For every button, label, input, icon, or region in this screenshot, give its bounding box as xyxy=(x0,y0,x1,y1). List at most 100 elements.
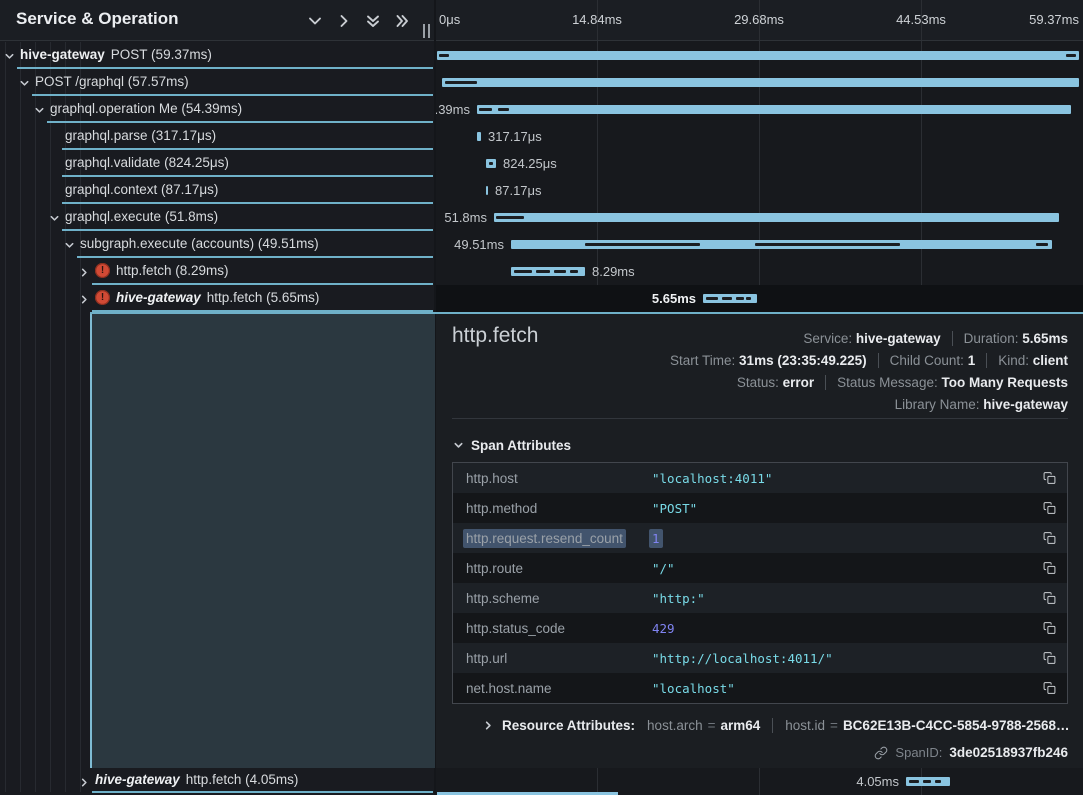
chevron-down-icon[interactable] xyxy=(19,76,31,88)
span-duration-label: 49.51ms xyxy=(454,231,504,258)
span-tree-row[interactable]: graphql.context (87.17μs) xyxy=(0,177,434,204)
operation-name: graphql.execute (51.8ms) xyxy=(65,209,218,224)
copy-icon[interactable] xyxy=(1043,592,1056,605)
chevron-down-icon[interactable] xyxy=(306,12,324,30)
span-row-label: graphql.execute (51.8ms) xyxy=(62,204,433,231)
timeline-tick: 59.37ms xyxy=(1029,0,1079,40)
span-row-label: graphql.operation Me (54.39ms) xyxy=(47,96,433,123)
resource-equals: = xyxy=(703,718,721,733)
copy-icon[interactable] xyxy=(1043,562,1056,575)
copy-icon[interactable] xyxy=(1043,682,1056,695)
grid-line xyxy=(759,768,760,795)
operation-name: http.fetch (5.65ms) xyxy=(207,290,320,305)
span-bar[interactable] xyxy=(477,132,481,141)
link-icon[interactable] xyxy=(846,746,889,760)
timeline-tick: 29.68ms xyxy=(734,0,784,40)
span-duration-label: 87.17μs xyxy=(495,177,542,204)
span-bar[interactable] xyxy=(494,213,1059,222)
span-row-label: subgraph.execute (accounts) (49.51ms) xyxy=(77,231,433,258)
span-bar[interactable] xyxy=(486,159,496,168)
chevron-down-icon[interactable] xyxy=(4,49,16,61)
self-time-dash xyxy=(923,780,931,783)
span-tree-row[interactable]: POST /graphql (57.57ms) xyxy=(0,69,434,96)
resource-attributes-heading[interactable]: Resource Attributes: xyxy=(502,718,635,733)
attribute-row: http.scheme"http:" xyxy=(453,583,1067,613)
resource-key: host.arch xyxy=(647,718,703,733)
chevron-right-icon[interactable] xyxy=(79,292,91,304)
attribute-value: 429 xyxy=(649,619,678,638)
grid-line xyxy=(597,768,598,795)
operation-name: subgraph.execute (accounts) (49.51ms) xyxy=(80,236,319,251)
span-id-value: 3de02518937fb246 xyxy=(949,745,1068,760)
self-time-dash xyxy=(1036,243,1048,246)
timeline-bottom-row: 4.05ms xyxy=(436,768,1083,795)
timeline-tick: 14.84ms xyxy=(572,0,622,40)
chevron-right-icon[interactable] xyxy=(79,265,91,277)
chevrons-down-icon[interactable] xyxy=(364,12,382,30)
span-bar[interactable] xyxy=(442,78,1079,87)
meta-value: hive-gateway xyxy=(856,331,941,346)
span-id-row: SpanID: 3de02518937fb246 xyxy=(846,745,1068,760)
error-icon: ! xyxy=(95,263,110,278)
chevron-down-icon[interactable] xyxy=(64,238,76,250)
span-duration-label: 8.29ms xyxy=(592,258,635,285)
span-tree-row[interactable]: graphql.execute (51.8ms) xyxy=(0,204,434,231)
copy-icon[interactable] xyxy=(1043,652,1056,665)
span-attributes-toggle[interactable]: Span Attributes xyxy=(453,438,571,453)
span-bar[interactable] xyxy=(477,105,1071,114)
span-bar[interactable] xyxy=(511,267,585,276)
self-time-dash xyxy=(514,270,532,273)
column-resize-handle[interactable] xyxy=(422,24,432,38)
span-duration-label: 51.8ms xyxy=(444,204,487,231)
copy-icon[interactable] xyxy=(1043,532,1056,545)
chevron-right-icon[interactable] xyxy=(335,12,353,30)
copy-icon[interactable] xyxy=(1043,502,1056,515)
span-bar[interactable] xyxy=(703,294,757,303)
span-bar[interactable] xyxy=(906,777,950,786)
service-name: hive-gateway xyxy=(95,772,180,787)
meta-label: Status Message: xyxy=(837,375,941,390)
attribute-row: http.request.resend_count1 xyxy=(453,523,1067,553)
operation-name: graphql.validate (824.25μs) xyxy=(65,155,229,170)
copy-icon[interactable] xyxy=(1043,622,1056,635)
chevron-down-icon[interactable] xyxy=(49,211,61,223)
operation-name: http.fetch (8.29ms) xyxy=(116,263,229,278)
attribute-value: "localhost:4011" xyxy=(649,469,775,488)
span-row-label: graphql.validate (824.25μs) xyxy=(62,150,433,177)
operation-name: http.fetch (4.05ms) xyxy=(186,772,299,787)
attribute-key: http.scheme xyxy=(463,589,543,608)
span-bar[interactable] xyxy=(437,51,1079,60)
span-tree-row[interactable]: hive-gatewayPOST (59.37ms) xyxy=(0,42,434,69)
attribute-row: http.host"localhost:4011" xyxy=(453,463,1067,493)
chevrons-right-icon[interactable] xyxy=(393,12,411,30)
meta-value: Too Many Requests xyxy=(941,375,1068,390)
span-attributes-table: http.host"localhost:4011"http.method"POS… xyxy=(452,462,1068,704)
resource-value: BC62E13B-C4CC-5854-9788-2568… xyxy=(843,718,1070,733)
meta-value: client xyxy=(1033,353,1068,368)
resource-divider xyxy=(772,718,773,733)
meta-value: 5.65ms xyxy=(1022,331,1068,346)
span-bar[interactable] xyxy=(511,240,1052,249)
timeline-header: 0μs 14.84ms 29.68ms 44.53ms 59.37ms xyxy=(436,0,1083,41)
span-tree-row[interactable]: graphql.operation Me (54.39ms) xyxy=(0,96,434,123)
self-time-dash xyxy=(935,780,941,783)
chevron-right-icon[interactable] xyxy=(453,720,494,731)
chevron-right-icon[interactable] xyxy=(79,775,91,787)
meta-label: Library Name: xyxy=(895,397,984,412)
self-time-dash xyxy=(536,270,550,273)
self-time-dash xyxy=(722,297,732,300)
self-time-dash xyxy=(746,297,751,300)
span-tree-row[interactable]: graphql.validate (824.25μs) xyxy=(0,150,434,177)
timeline-tick: 44.53ms xyxy=(896,0,946,40)
span-bar[interactable] xyxy=(486,186,488,195)
attribute-value: "http://localhost:4011/" xyxy=(649,649,836,668)
meta-divider xyxy=(986,353,987,368)
copy-icon[interactable] xyxy=(1043,472,1056,485)
divider xyxy=(452,418,1068,419)
chevron-down-icon[interactable] xyxy=(34,103,46,115)
span-tree-row[interactable]: graphql.parse (317.17μs) xyxy=(0,123,434,150)
self-time-dash xyxy=(909,780,919,783)
span-id-label: SpanID: xyxy=(895,745,942,760)
operation-name: POST /graphql (57.57ms) xyxy=(35,74,189,89)
self-time-dash xyxy=(479,108,492,111)
